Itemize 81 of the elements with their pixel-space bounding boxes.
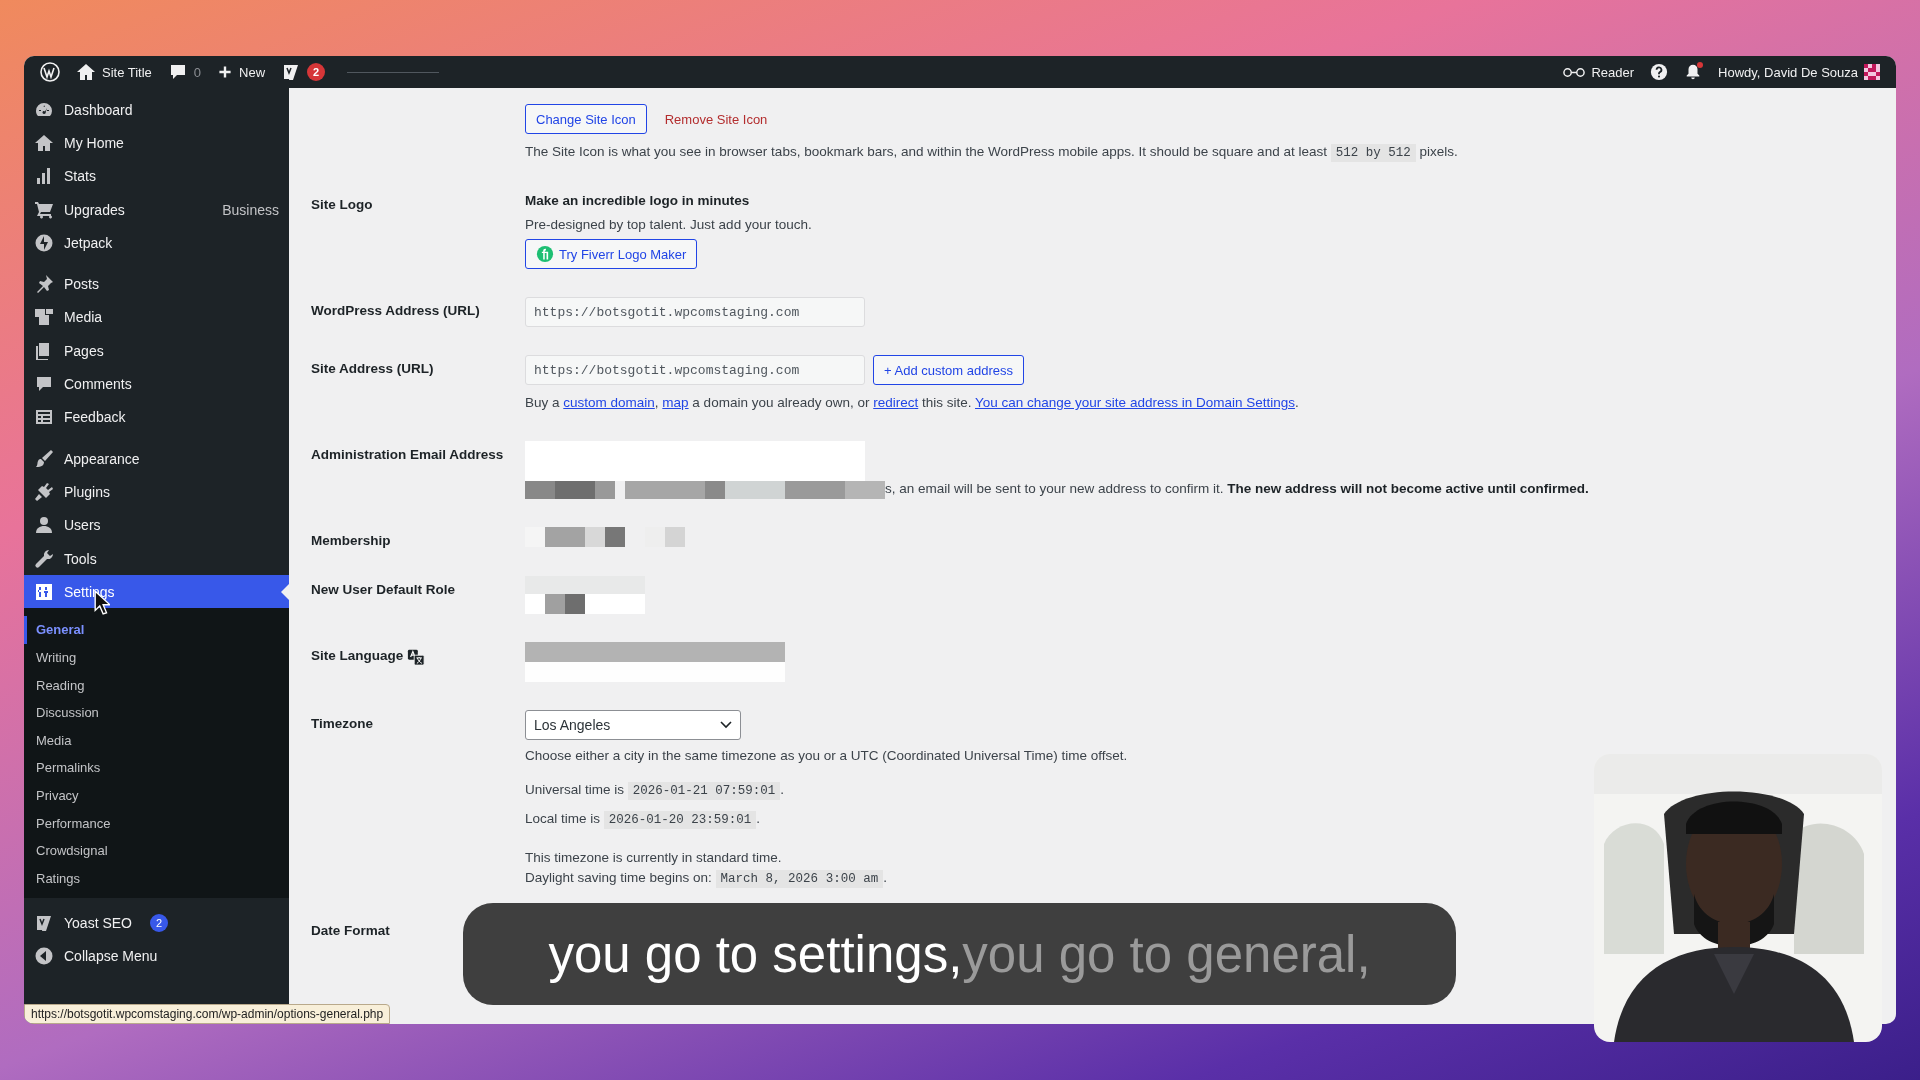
menu-item[interactable]: Upgrades Business xyxy=(24,192,289,227)
site-title-link[interactable]: Site Title xyxy=(68,56,160,88)
submenu-item[interactable]: Writing xyxy=(24,644,289,672)
submenu-item[interactable]: Privacy xyxy=(24,782,289,810)
menu-item[interactable]: Stats xyxy=(24,159,289,193)
menu-item[interactable]: Jetpack xyxy=(24,226,289,260)
jetpack-icon xyxy=(34,232,54,253)
comment-icon xyxy=(34,374,54,394)
home-icon xyxy=(34,132,54,153)
count-badge: 2 xyxy=(307,63,326,81)
remove-icon-link[interactable]: Remove Site Icon xyxy=(654,111,778,127)
fiverr-icon xyxy=(536,245,554,263)
menu-item[interactable]: My Home xyxy=(24,126,289,160)
cart-icon xyxy=(34,199,54,220)
menu-item[interactable]: Posts xyxy=(24,267,289,301)
menu-item[interactable]: Users xyxy=(24,508,289,542)
setting-label: Administration Email Address xyxy=(311,447,504,462)
menu-item[interactable]: Comments xyxy=(24,367,289,401)
setting-label: Date Format xyxy=(311,923,390,938)
setting-label: WordPress Address (URL) xyxy=(311,303,480,318)
menu-item[interactable]: Settings xyxy=(24,575,289,609)
new-link[interactable]: New xyxy=(209,56,274,88)
submenu-item[interactable]: General xyxy=(24,616,289,645)
glasses-icon xyxy=(1563,66,1586,78)
plan-label: Business xyxy=(222,201,279,218)
submenu-item[interactable]: Ratings xyxy=(24,864,289,893)
setting-label: New User Default Role xyxy=(311,582,456,597)
menu-item[interactable]: Appearance xyxy=(24,441,289,476)
collapse-icon xyxy=(34,946,54,967)
setting-label: Site Language xyxy=(311,648,404,663)
menu-item[interactable]: Collapse Menu xyxy=(24,939,289,973)
submenu-item[interactable]: Reading xyxy=(24,671,289,700)
setting-label: Timezone xyxy=(311,716,373,731)
setting-label: Membership xyxy=(311,533,391,548)
brush-icon xyxy=(34,448,54,469)
count-badge: 2 xyxy=(150,914,168,933)
help-text: s, an email will be sent to your new address to confirm it. The new address will not become active until confirmed. xyxy=(885,480,1589,498)
translate-icon xyxy=(407,648,426,666)
promo-heading: Make an incredible logo in minutes xyxy=(525,192,750,210)
help-text: Universal time is 2026-01-21 07:59:01 . xyxy=(525,781,785,802)
submenu-item[interactable]: Discussion xyxy=(24,699,289,727)
menu-item[interactable]: Pages xyxy=(24,334,289,368)
plug-icon xyxy=(34,481,54,502)
help-icon xyxy=(1650,63,1669,81)
change-icon-button[interactable]: Change Site Icon xyxy=(525,104,647,134)
submenu-item[interactable]: Media xyxy=(24,726,289,755)
menu-item[interactable]: Feedback xyxy=(24,400,289,434)
logo-icon xyxy=(40,62,60,82)
wrench-icon xyxy=(34,548,54,569)
submenu-item[interactable]: Performance xyxy=(24,809,289,838)
settings-icon xyxy=(34,581,54,602)
subtitle: you go to settings,you go to general, xyxy=(463,903,1456,1005)
help-text: The Site Icon is what you see in browser tabs, bookmark bars, and within the WordPress mobile apps. It should be square and at least 512 by 512 pixels. xyxy=(525,143,1458,163)
help-text: This timezone is currently in standard time. xyxy=(525,849,782,867)
media-icon xyxy=(34,307,54,328)
help-text: Daylight saving time begins on: March 8, 2026 3:00 am . xyxy=(525,869,887,889)
menu-item[interactable]: Tools xyxy=(24,541,289,576)
menu-item[interactable]: Dashboard xyxy=(24,93,289,127)
setting-label: Site Logo xyxy=(311,197,373,212)
setting-label: Site Address (URL) xyxy=(311,361,434,376)
help-text: Buy a custom domain, map a domain you already own, or redirect this site. You can change your site address in Domain Settings. xyxy=(525,394,1299,412)
promo-text: Pre-designed by top talent. Just add your touch. xyxy=(525,216,812,234)
reader-link[interactable]: Reader xyxy=(1555,56,1643,88)
menu-item[interactable]: Yoast SEO 2 xyxy=(24,906,289,940)
chevron-down-icon xyxy=(720,721,732,729)
home-icon xyxy=(76,62,96,82)
timezone-select[interactable]: Los Angeles xyxy=(525,710,741,740)
avatar-icon xyxy=(1864,64,1880,80)
menu-item[interactable]: Media xyxy=(24,300,289,335)
user-icon xyxy=(34,515,54,536)
seo-button[interactable]: 2 xyxy=(273,56,334,88)
help-text: Choose either a city in the same timezone as you or a UTC (Coordinated Universal Time) time offset. xyxy=(525,747,1128,765)
plus-icon xyxy=(217,64,234,80)
link-preview: https://botsgotit.wpcomstaging.com/wp-admin/options-general.php xyxy=(24,1004,391,1024)
logo-maker-button[interactable]: Try Fiverr Logo Maker xyxy=(525,239,698,269)
submenu-item[interactable]: Permalinks xyxy=(24,754,289,782)
comments-link[interactable]: 0 xyxy=(159,56,210,88)
submenu-item[interactable]: Crowdsignal xyxy=(24,837,289,865)
menu-item[interactable]: Plugins xyxy=(24,475,289,509)
help-text: Local time is 2026-01-20 23:59:01 . xyxy=(525,810,761,831)
account-link[interactable]: Howdy, David De Souza xyxy=(1710,56,1888,88)
